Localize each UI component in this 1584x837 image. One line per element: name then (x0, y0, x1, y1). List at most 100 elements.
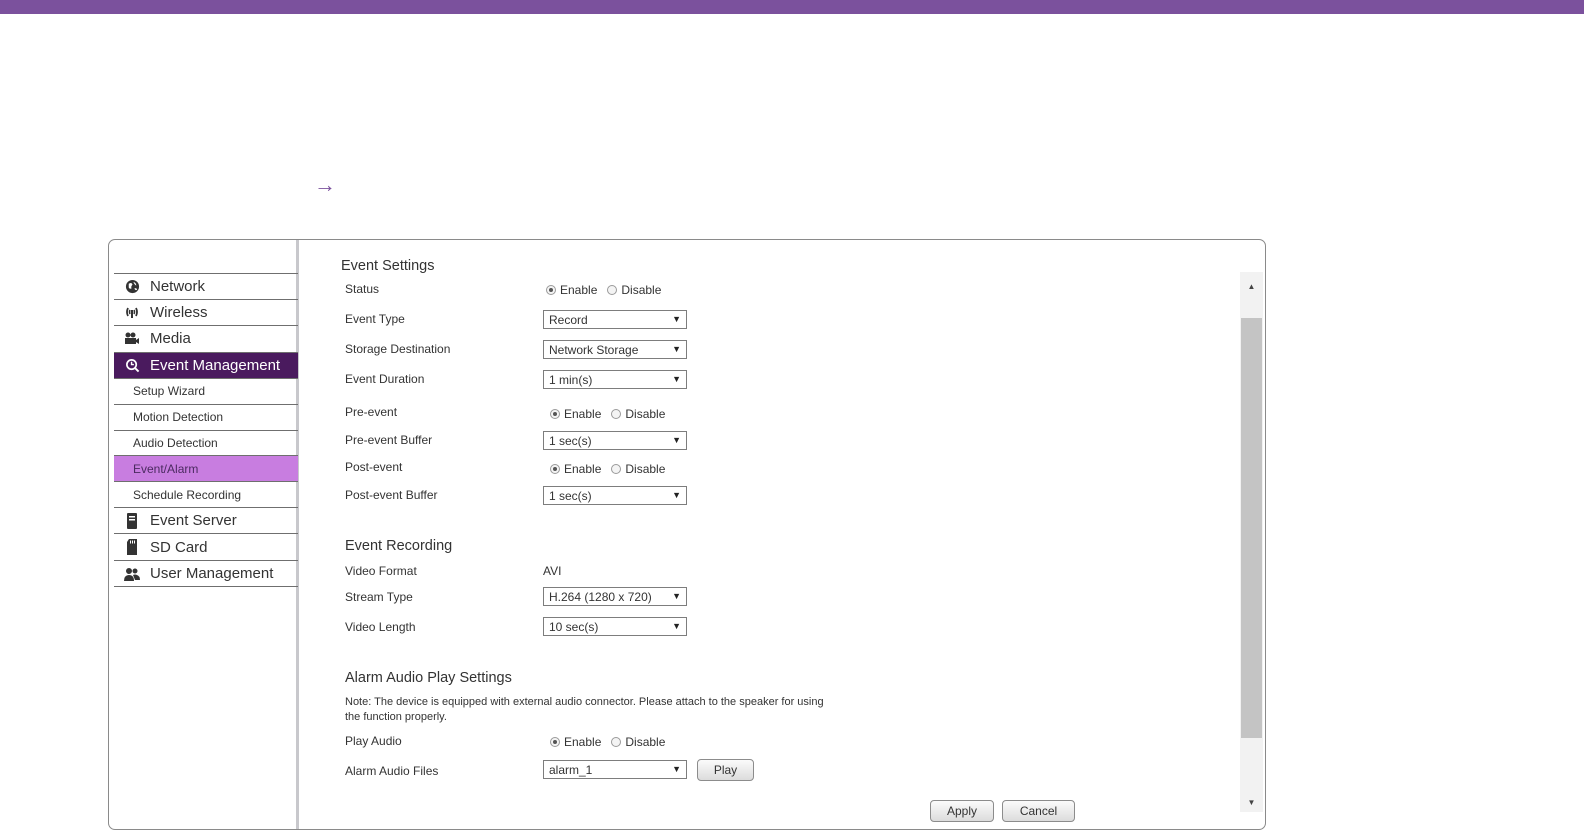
alarm-audio-note-line: Note: The device is equipped with extern… (345, 696, 824, 708)
status-radio-group: Enable Disable (546, 283, 671, 297)
content-scrollbar[interactable]: ▲ ▼ (1240, 272, 1263, 812)
alarm-audio-files-label: Alarm Audio Files (345, 764, 439, 778)
sidebar-subitem-schedule-recording[interactable]: Schedule Recording (114, 482, 298, 508)
pre-event-buffer-label: Pre-event Buffer (345, 433, 433, 447)
sidebar-item-sd-card[interactable]: SD Card (114, 534, 298, 561)
event-duration-label: Event Duration (345, 372, 425, 386)
post-event-label: Post-event (345, 460, 403, 474)
section-title-event-settings: Event Settings (341, 258, 435, 274)
sidebar: Network Wireless Media Event Management (109, 240, 299, 829)
section-title-alarm-audio: Alarm Audio Play Settings (345, 670, 512, 686)
play-audio-radio-group: Enable Disable (550, 735, 675, 749)
alarm-audio-files-select[interactable]: alarm_1 ▼ (543, 760, 687, 779)
cancel-button[interactable]: Cancel (1002, 800, 1075, 822)
pre-event-enable-label: Enable (564, 407, 602, 421)
play-audio-label: Play Audio (345, 734, 402, 748)
video-format-label: Video Format (345, 564, 417, 578)
sidebar-subitem-motion-detection[interactable]: Motion Detection (114, 405, 298, 431)
apply-button[interactable]: Apply (930, 800, 994, 822)
chevron-down-icon: ▼ (672, 591, 681, 601)
scroll-down-arrow-icon[interactable]: ▼ (1240, 792, 1263, 812)
status-enable-label: Enable (560, 283, 598, 297)
pre-event-disable-radio[interactable] (611, 409, 622, 419)
sidebar-item-label: Event Server (150, 512, 237, 530)
sidebar-item-user-management[interactable]: User Management (114, 561, 298, 588)
settings-content: Event Settings Status Enable Disable Eve… (302, 240, 1240, 829)
chevron-down-icon: ▼ (672, 374, 681, 384)
chevron-down-icon: ▼ (672, 621, 681, 631)
wireless-icon (114, 306, 150, 319)
event-icon (114, 358, 150, 373)
post-event-buffer-select[interactable]: 1 sec(s) ▼ (543, 486, 687, 505)
stream-type-value: H.264 (1280 x 720) (549, 589, 652, 604)
chevron-down-icon: ▼ (672, 344, 681, 354)
storage-destination-label: Storage Destination (345, 342, 451, 356)
pre-event-buffer-value: 1 sec(s) (549, 433, 592, 448)
video-length-select[interactable]: 10 sec(s) ▼ (543, 617, 687, 636)
storage-destination-select[interactable]: Network Storage ▼ (543, 340, 687, 359)
scroll-up-arrow-icon[interactable]: ▲ (1240, 276, 1263, 296)
play-audio-disable-radio[interactable] (611, 737, 622, 747)
sidebar-subitem-label: Event/Alarm (133, 461, 199, 476)
post-event-buffer-label: Post-event Buffer (345, 488, 438, 502)
event-type-select[interactable]: Record ▼ (543, 310, 687, 329)
status-disable-label: Disable (621, 283, 662, 297)
scrollbar-thumb[interactable] (1241, 318, 1262, 738)
alarm-audio-note: Note: The device is equipped with extern… (345, 695, 905, 725)
stream-type-select[interactable]: H.264 (1280 x 720) ▼ (543, 587, 687, 606)
alarm-audio-note-line: the function properly. (345, 711, 447, 723)
alarm-audio-files-value: alarm_1 (549, 762, 593, 777)
sidebar-nav: Network Wireless Media Event Management (114, 273, 298, 588)
sidebar-subitem-label: Motion Detection (133, 410, 224, 425)
post-event-buffer-value: 1 sec(s) (549, 488, 592, 503)
post-event-enable-radio[interactable] (550, 464, 560, 474)
sidebar-subitem-event-alarm[interactable]: Event/Alarm (114, 456, 298, 483)
chevron-down-icon: ▼ (672, 490, 681, 500)
sidebar-subitem-label: Audio Detection (133, 435, 218, 450)
pre-event-label: Pre-event (345, 405, 398, 419)
play-audio-enable-label: Enable (564, 735, 602, 749)
sidebar-subitem-label: Setup Wizard (133, 384, 206, 399)
play-audio-enable-radio[interactable] (550, 737, 560, 747)
event-type-label: Event Type (345, 312, 405, 326)
pre-event-disable-label: Disable (625, 407, 666, 421)
sidebar-item-label: Network (150, 277, 206, 295)
stream-type-label: Stream Type (345, 590, 413, 604)
users-icon (114, 567, 150, 581)
pre-event-enable-radio[interactable] (550, 409, 560, 419)
sidebar-subitem-audio-detection[interactable]: Audio Detection (114, 431, 298, 457)
chevron-down-icon: ▼ (672, 764, 681, 774)
pre-event-radio-group: Enable Disable (550, 407, 675, 421)
status-disable-radio[interactable] (607, 285, 618, 295)
pre-event-buffer-select[interactable]: 1 sec(s) ▼ (543, 431, 687, 450)
sidebar-item-wireless[interactable]: Wireless (114, 300, 298, 326)
sidebar-item-label: Event Management (150, 356, 281, 374)
event-duration-select[interactable]: 1 min(s) ▼ (543, 370, 687, 389)
sidebar-subitem-setup-wizard[interactable]: Setup Wizard (114, 379, 298, 405)
sidebar-subitem-label: Schedule Recording (133, 487, 242, 502)
post-event-enable-label: Enable (564, 462, 602, 476)
storage-destination-value: Network Storage (549, 342, 639, 357)
sidebar-item-network[interactable]: Network (114, 273, 298, 300)
arrow-icon: → (314, 172, 336, 197)
post-event-disable-radio[interactable] (611, 464, 622, 474)
play-button[interactable]: Play (697, 759, 754, 781)
status-label: Status (345, 282, 380, 296)
video-format-value: AVI (543, 564, 562, 578)
globe-icon (114, 279, 150, 294)
sidebar-item-label: SD Card (150, 538, 208, 556)
status-enable-radio[interactable] (546, 285, 556, 295)
play-audio-disable-label: Disable (625, 735, 666, 749)
sidebar-item-event-management[interactable]: Event Management (114, 352, 298, 379)
video-length-value: 10 sec(s) (549, 619, 599, 634)
sidebar-item-label: Wireless (150, 303, 208, 321)
sidebar-item-event-server[interactable]: Event Server (114, 508, 298, 535)
top-accent-bar (0, 0, 1584, 14)
event-type-value: Record (549, 312, 588, 327)
settings-window: Network Wireless Media Event Management (108, 239, 1266, 830)
sidebar-item-media[interactable]: Media (114, 326, 298, 353)
media-icon (114, 332, 150, 345)
section-title-event-recording: Event Recording (345, 538, 453, 554)
sd-card-icon (114, 539, 150, 556)
sidebar-item-label: Media (150, 330, 191, 348)
